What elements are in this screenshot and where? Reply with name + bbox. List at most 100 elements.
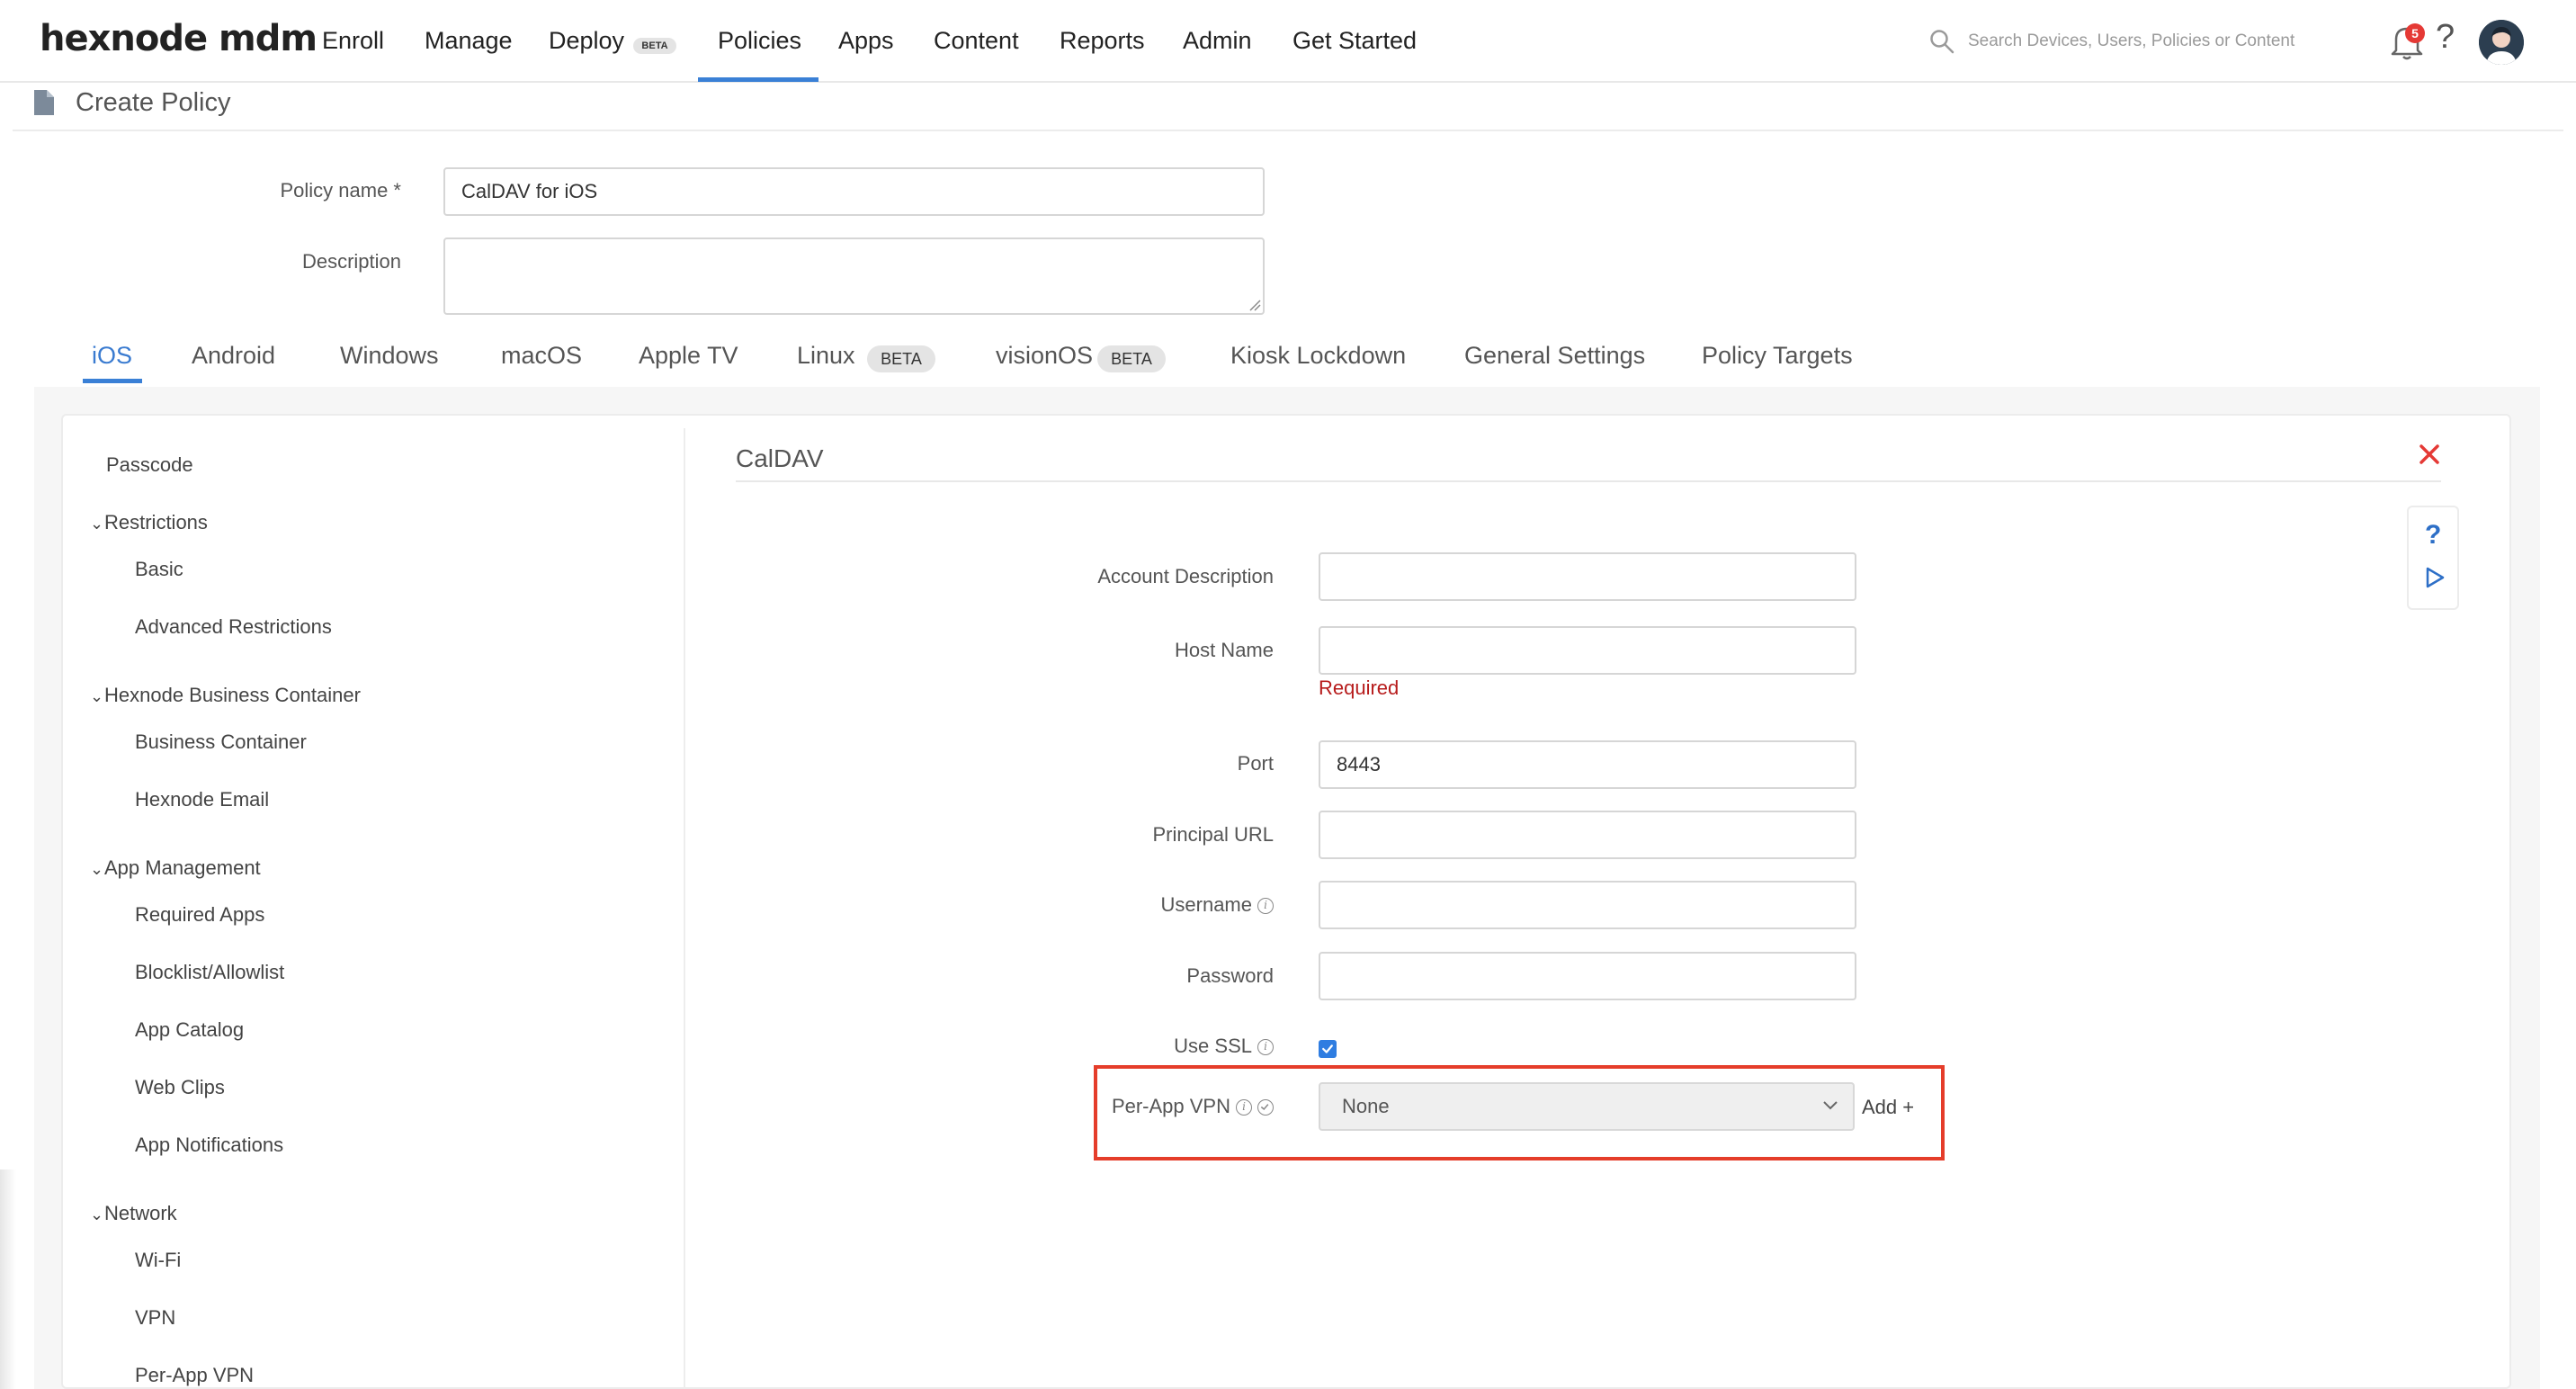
nav-content[interactable]: Content (934, 27, 1019, 55)
per-app-vpn-select[interactable]: None (1319, 1082, 1855, 1131)
checkmark-icon (1322, 1044, 1333, 1053)
password-input[interactable] (1319, 952, 1856, 1000)
nav-active-indicator (698, 77, 818, 82)
policy-card (61, 414, 2511, 1389)
nav-apps[interactable]: Apps (838, 27, 894, 55)
help-icon[interactable]: ? (2436, 18, 2455, 57)
sidebar-item-business-container[interactable]: Business Container (135, 730, 307, 754)
play-icon[interactable] (2423, 565, 2446, 590)
document-icon (34, 90, 54, 115)
sidebar-divider (684, 428, 685, 1389)
search-icon[interactable] (1928, 28, 1955, 55)
sidebar-group-label: Hexnode Business Container (104, 684, 361, 706)
sidebar-item-advanced-restrictions[interactable]: Advanced Restrictions (135, 615, 332, 639)
tab-android[interactable]: Android (192, 342, 275, 370)
nav-deploy[interactable]: Deploy (549, 27, 624, 55)
linux-beta-badge: BETA (867, 345, 935, 372)
sidebar-item-wifi[interactable]: Wi-Fi (135, 1249, 181, 1272)
top-navigation-bar: hexnode mdm Enroll Manage Deploy BETA Po… (0, 0, 2576, 83)
port-input[interactable]: 8443 (1319, 740, 1856, 789)
account-description-input[interactable] (1319, 552, 1856, 601)
sidebar-item-web-clips[interactable]: Web Clips (135, 1076, 225, 1099)
notification-count-badge: 5 (2405, 23, 2425, 43)
tab-visionos[interactable]: visionOS (996, 342, 1093, 370)
sidebar-item-per-app-vpn[interactable]: Per-App VPN (135, 1364, 254, 1387)
sidebar-item-passcode[interactable]: Passcode (106, 453, 193, 477)
side-tools-panel: ? (2407, 506, 2459, 610)
tab-ios[interactable]: iOS (92, 342, 132, 370)
host-name-label: Host Name (1174, 639, 1274, 661)
principal-url-label: Principal URL (1152, 823, 1275, 846)
check-circle-icon[interactable] (1257, 1099, 1274, 1116)
sidebar-item-app-catalog[interactable]: App Catalog (135, 1018, 244, 1042)
sidebar-group-network[interactable]: ⌄Network (90, 1202, 177, 1225)
use-ssl-label-text: Use SSL (1174, 1035, 1252, 1057)
section-title: CalDAV (736, 444, 824, 472)
chevron-down-icon (1823, 1101, 1838, 1110)
sidebar-item-vpn[interactable]: VPN (135, 1306, 175, 1330)
tab-active-indicator (83, 379, 142, 383)
host-name-required-error: Required (1319, 677, 1400, 699)
password-label: Password (1186, 964, 1274, 987)
chevron-down-icon: ⌄ (90, 1205, 104, 1223)
nav-manage[interactable]: Manage (425, 27, 513, 55)
chevron-down-icon: ⌄ (90, 515, 104, 533)
visionos-beta-badge: BETA (1097, 345, 1166, 372)
sidebar-group-label: App Management (104, 856, 261, 879)
description-label: Description (301, 250, 401, 273)
nav-enroll[interactable]: Enroll (322, 27, 384, 55)
host-name-input[interactable] (1319, 626, 1856, 675)
sidebar-item-hexnode-email[interactable]: Hexnode Email (135, 788, 269, 811)
sidebar-group-restrictions[interactable]: ⌄Restrictions (90, 511, 208, 534)
resize-grip-icon[interactable] (1248, 299, 1261, 311)
nav-get-started[interactable]: Get Started (1292, 27, 1417, 55)
tab-general-settings[interactable]: General Settings (1464, 342, 1645, 370)
chevron-down-icon: ⌄ (90, 860, 104, 878)
port-label: Port (1237, 752, 1274, 775)
use-ssl-checkbox[interactable] (1319, 1040, 1337, 1058)
sidebar-item-app-notifications[interactable]: App Notifications (135, 1134, 283, 1157)
per-app-vpn-selected-value: None (1342, 1095, 1390, 1117)
principal-url-input[interactable] (1319, 811, 1856, 859)
use-ssl-label: Use SSL i (935, 1035, 1274, 1058)
close-icon[interactable] (2416, 441, 2443, 468)
chevron-down-icon: ⌄ (90, 687, 104, 705)
tab-macos[interactable]: macOS (501, 342, 582, 370)
nav-policies[interactable]: Policies (718, 27, 801, 55)
left-edge-shadow (0, 1169, 16, 1389)
tab-apple-tv[interactable]: Apple TV (639, 342, 738, 370)
description-textarea[interactable] (443, 237, 1265, 315)
sidebar-item-required-apps[interactable]: Required Apps (135, 903, 264, 927)
account-description-label: Account Description (1097, 565, 1274, 587)
user-avatar-icon (2479, 20, 2524, 65)
avatar[interactable] (2479, 20, 2524, 65)
page-header: Create Policy (13, 83, 2563, 131)
sidebar-group-app-management[interactable]: ⌄App Management (90, 856, 261, 880)
sidebar-item-basic[interactable]: Basic (135, 558, 183, 581)
sidebar-group-label: Restrictions (104, 511, 208, 533)
username-label: Username i (935, 893, 1274, 917)
tab-linux[interactable]: Linux (797, 342, 855, 370)
username-input[interactable] (1319, 881, 1856, 929)
add-vpn-button[interactable]: Add + (1862, 1096, 1914, 1119)
info-icon[interactable]: i (1236, 1099, 1252, 1116)
deploy-beta-badge: BETA (633, 38, 676, 54)
nav-admin[interactable]: Admin (1183, 27, 1252, 55)
sidebar-group-label: Network (104, 1202, 177, 1224)
search-input[interactable]: Search Devices, Users, Policies or Conte… (1968, 31, 2294, 51)
nav-reports[interactable]: Reports (1060, 27, 1145, 55)
per-app-vpn-label-text: Per-App VPN (1111, 1095, 1230, 1117)
sidebar-item-blocklist-allowlist[interactable]: Blocklist/Allowlist (135, 961, 284, 984)
tab-policy-targets[interactable]: Policy Targets (1702, 342, 1853, 370)
help-icon[interactable]: ? (2425, 520, 2441, 551)
page-title: Create Policy (76, 88, 231, 117)
info-icon[interactable]: i (1257, 898, 1274, 915)
sidebar-group-business-container[interactable]: ⌄Hexnode Business Container (90, 684, 361, 707)
policy-name-input[interactable]: CalDAV for iOS (443, 167, 1265, 216)
tab-kiosk-lockdown[interactable]: Kiosk Lockdown (1230, 342, 1406, 370)
tab-windows[interactable]: Windows (340, 342, 439, 370)
hexnode-logo[interactable]: hexnode mdm (40, 18, 318, 59)
info-icon[interactable]: i (1257, 1039, 1274, 1056)
username-label-text: Username (1160, 893, 1252, 916)
per-app-vpn-label: Per-App VPN i (935, 1095, 1274, 1118)
